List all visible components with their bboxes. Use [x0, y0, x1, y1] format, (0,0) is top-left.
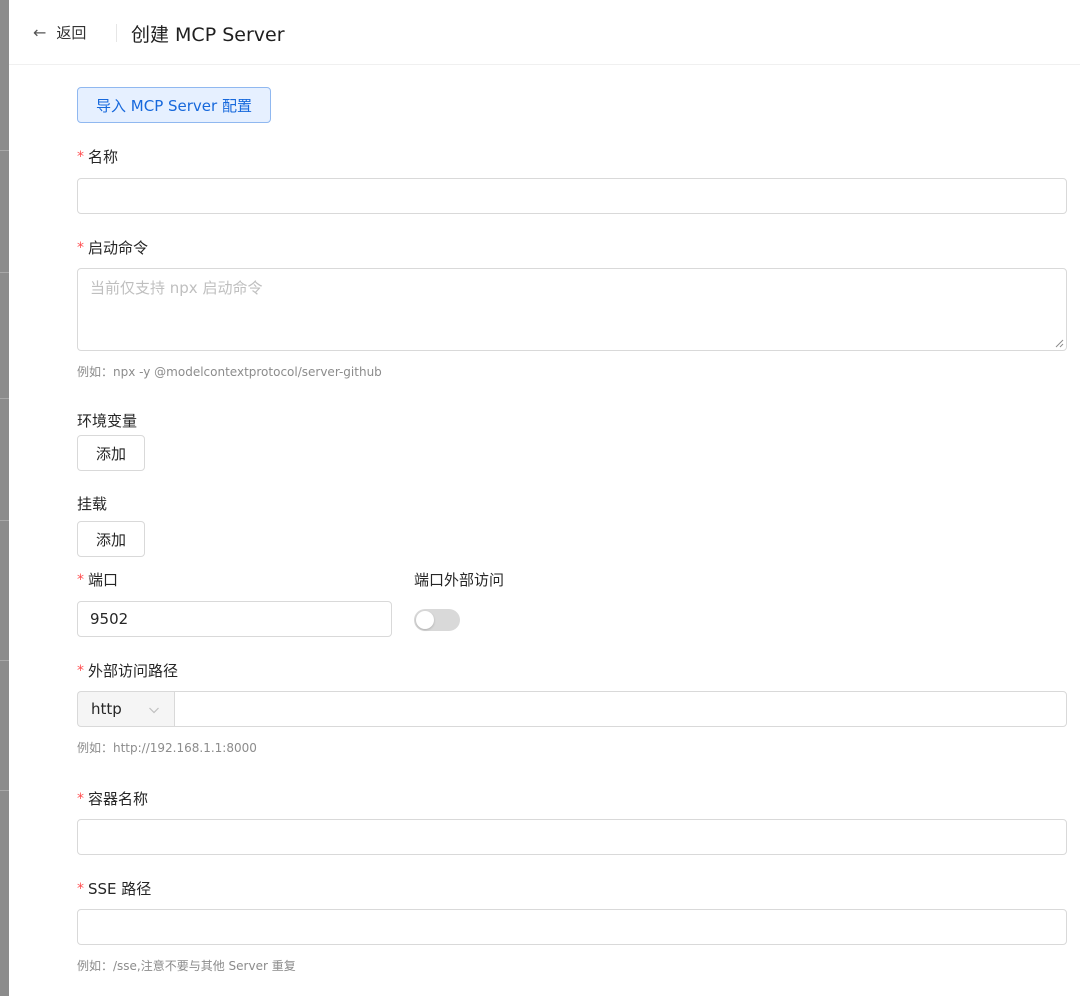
- mount-label-text: 挂载: [77, 495, 108, 513]
- background-window-edge: [0, 0, 9, 996]
- chevron-down-icon: [149, 707, 159, 714]
- port-external-label: 端口外部访问: [414, 569, 504, 590]
- external-path-label-text: 外部访问路径: [88, 662, 179, 680]
- mount-label: 挂载: [77, 493, 107, 514]
- add-mount-button[interactable]: 添加: [77, 521, 145, 557]
- back-label: 返回: [56, 24, 87, 42]
- port-input[interactable]: 9502: [77, 601, 392, 637]
- required-mark: *: [77, 239, 84, 256]
- name-label: * 名称: [77, 146, 118, 167]
- command-label-text: 启动命令: [88, 239, 149, 257]
- protocol-select[interactable]: http: [77, 691, 174, 727]
- external-path-hint: 例如：http://192.168.1.1:8000: [77, 741, 257, 755]
- container-name-input[interactable]: [77, 819, 1067, 855]
- sse-path-hint: 例如：/sse,注意不要与其他 Server 重复: [77, 959, 296, 973]
- env-label: 环境变量: [77, 410, 137, 431]
- sse-path-label-text: SSE 路径: [88, 880, 152, 898]
- name-input[interactable]: [77, 178, 1067, 214]
- sse-path-input[interactable]: [77, 909, 1067, 945]
- sse-path-label: * SSE 路径: [77, 878, 151, 899]
- port-label: * 端口: [77, 569, 118, 590]
- toggle-knob: [416, 611, 434, 629]
- header-divider: [116, 24, 117, 42]
- port-external-toggle[interactable]: [414, 609, 460, 631]
- page-title: 创建 MCP Server: [131, 24, 285, 46]
- page-header: ← 返回 创建 MCP Server: [9, 0, 1080, 65]
- add-env-button[interactable]: 添加: [77, 435, 145, 471]
- external-path-input[interactable]: [174, 691, 1067, 727]
- env-label-text: 环境变量: [77, 412, 138, 430]
- container-name-label: * 容器名称: [77, 788, 148, 809]
- port-external-label-text: 端口外部访问: [414, 571, 505, 589]
- resize-handle-icon[interactable]: [1055, 339, 1064, 348]
- container-name-label-text: 容器名称: [88, 790, 149, 808]
- protocol-select-value: http: [91, 700, 122, 718]
- name-label-text: 名称: [88, 148, 119, 166]
- required-mark: *: [77, 880, 84, 897]
- command-hint: 例如：npx -y @modelcontextprotocol/server-g…: [77, 365, 382, 379]
- command-label: * 启动命令: [77, 237, 148, 258]
- required-mark: *: [77, 790, 84, 807]
- external-path-label: * 外部访问路径: [77, 660, 178, 681]
- command-placeholder: 当前仅支持 npx 启动命令: [90, 279, 263, 297]
- required-mark: *: [77, 148, 84, 165]
- required-mark: *: [77, 571, 84, 588]
- required-mark: *: [77, 662, 84, 679]
- back-button[interactable]: ← 返回: [33, 22, 86, 43]
- port-label-text: 端口: [88, 571, 119, 589]
- create-mcp-server-page: ← 返回 创建 MCP Server 导入 MCP Server 配置 * 名称…: [9, 0, 1080, 996]
- arrow-left-icon: ←: [33, 22, 47, 42]
- command-textarea[interactable]: 当前仅支持 npx 启动命令: [77, 268, 1067, 351]
- import-config-button[interactable]: 导入 MCP Server 配置: [77, 87, 271, 123]
